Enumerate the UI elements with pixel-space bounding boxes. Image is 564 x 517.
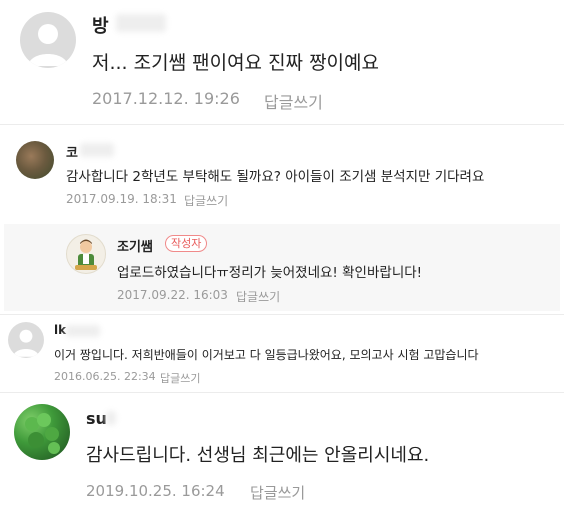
comment-author[interactable]: 방 <box>92 12 109 38</box>
default-avatar <box>20 12 76 68</box>
teacher-avatar-icon <box>75 239 97 270</box>
reply-button[interactable]: 답글쓰기 <box>184 192 228 209</box>
comment-date: 2017.12.12. 19:26 <box>92 89 240 108</box>
redacted-name <box>116 14 166 32</box>
divider <box>0 314 564 315</box>
redacted-name <box>66 325 100 337</box>
comment-date: 2019.10.25. 16:24 <box>86 482 225 500</box>
reply-button[interactable]: 답글쓰기 <box>264 89 323 113</box>
reply-author[interactable]: 조기쌤 <box>117 236 153 255</box>
redacted-name <box>80 143 114 157</box>
person-silhouette-icon <box>13 329 39 357</box>
reply-date: 2017.09.22. 16:03 <box>117 288 228 302</box>
comment-text: 감사합니다 2학년도 부탁해도 될까요? 아이들이 조기샘 분석지만 기다려요 <box>66 169 485 185</box>
default-avatar <box>8 322 44 358</box>
comment-author[interactable]: su <box>86 409 107 428</box>
comment-date: 2017.09.19. 18:31 <box>66 192 177 206</box>
person-silhouette-icon <box>28 24 68 66</box>
comment-text: 저... 조기쌤 팬이여요 진짜 짱이예요 <box>92 52 379 74</box>
comment-date: 2016.06.25. 22:34 <box>54 370 156 383</box>
author-avatar <box>66 234 106 274</box>
user-avatar <box>16 141 54 179</box>
clover-photo-icon <box>25 413 60 454</box>
user-avatar <box>14 404 70 460</box>
comment-text: 감사드립니다. 선생님 최근에는 안올리시네요. <box>86 445 430 466</box>
reply-text: 업로드하였습니다ㅠ정리가 늦어졌네요! 확인바랍니다! <box>117 265 423 281</box>
redacted-name <box>106 411 116 425</box>
comment-text: 이거 짱입니다. 저희반애들이 이거보고 다 일등급나왔어요, 모의고사 시험 … <box>54 348 479 362</box>
comment-author[interactable]: lk <box>54 323 66 337</box>
reply-button[interactable]: 답글쓰기 <box>250 482 305 503</box>
divider <box>0 392 564 393</box>
comment-author[interactable]: 코 <box>66 142 78 161</box>
divider <box>0 124 564 125</box>
reply-button[interactable]: 답글쓰기 <box>160 370 200 386</box>
reply-button[interactable]: 답글쓰기 <box>236 288 280 305</box>
author-badge: 작성자 <box>165 235 208 252</box>
